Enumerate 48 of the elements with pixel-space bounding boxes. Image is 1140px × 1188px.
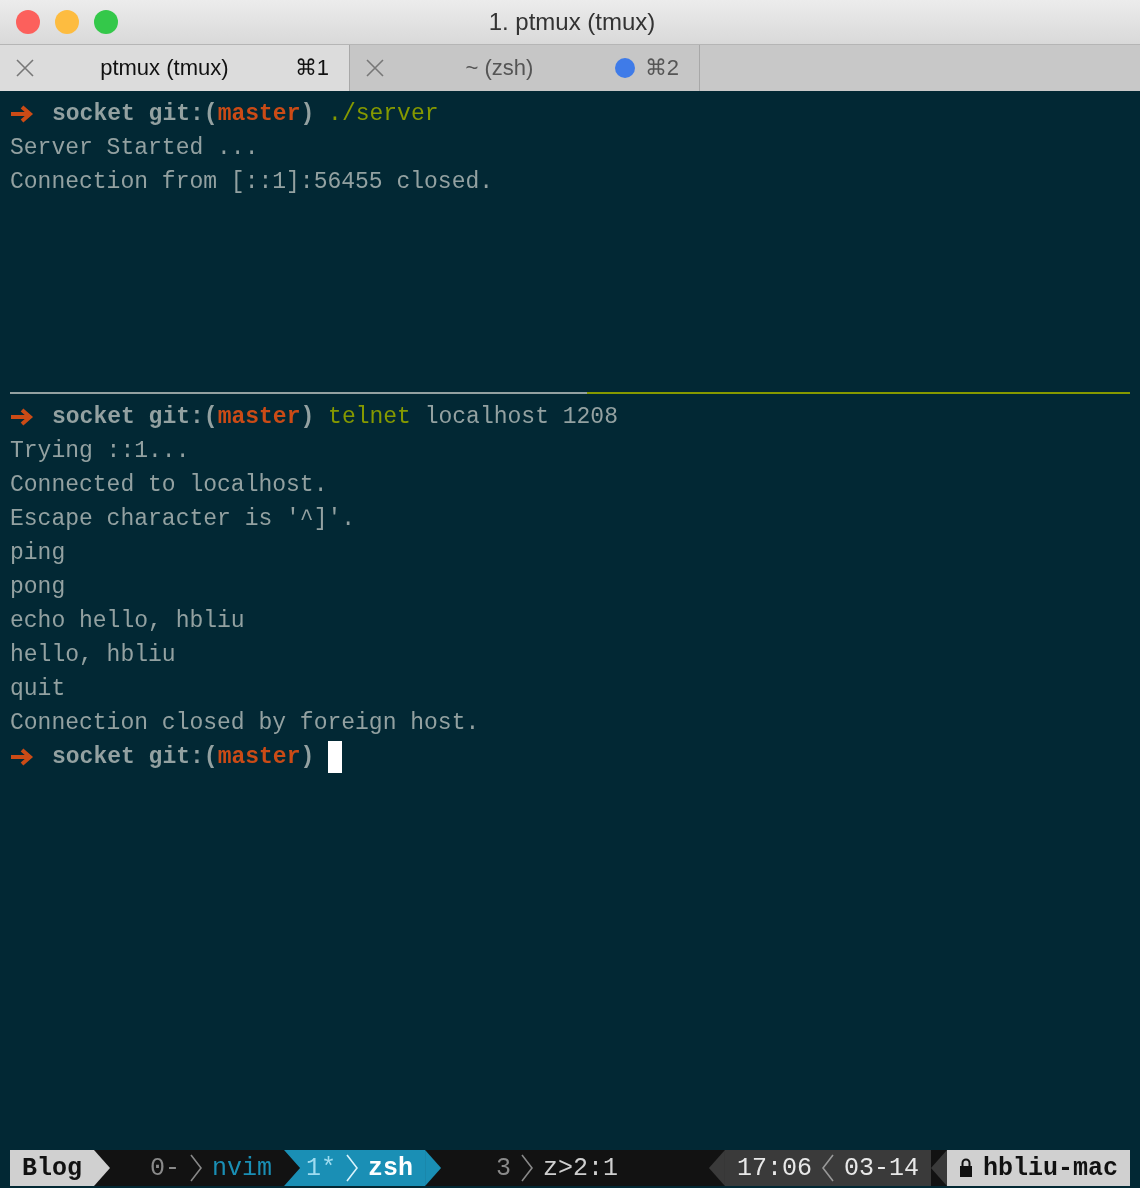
close-icon[interactable]: [16, 59, 34, 77]
chevron-right-icon: [521, 1154, 534, 1182]
shortcut-label: ⌘1: [294, 55, 329, 81]
output-text: hello, hbliu: [10, 640, 176, 670]
prompt-text: socket git:(: [52, 742, 218, 772]
lock-icon: [958, 1158, 973, 1178]
command-text: telnet: [327, 402, 411, 432]
output-text: quit: [10, 674, 66, 704]
window-tab[interactable]: 1* zsh: [300, 1150, 426, 1186]
zoom-button[interactable]: [94, 10, 118, 34]
output-text: Connected to localhost.: [10, 470, 328, 500]
git-branch: master: [217, 402, 301, 432]
chevron-right-icon: [346, 1154, 359, 1182]
git-branch: master: [217, 742, 301, 772]
cursor: [328, 740, 343, 773]
arrow-icon: [10, 105, 34, 123]
prompt-text: ): [300, 100, 315, 129]
shortcut-label: ⌘2: [644, 55, 679, 81]
arrow-icon: [10, 747, 34, 766]
output-text: Escape character is '^]'.: [10, 504, 356, 534]
prompt-text: ): [300, 742, 315, 772]
minimize-button[interactable]: [55, 10, 79, 34]
command-text: ./server: [327, 100, 439, 129]
time-date: 17:06 03-14: [724, 1150, 931, 1186]
session-name: Blog: [10, 1150, 94, 1186]
tab-title: ~ (zsh): [464, 55, 535, 81]
git-branch: master: [217, 100, 301, 129]
tab-title: ptmux (tmux): [99, 55, 230, 81]
window-title: 1. ptmux (tmux): [487, 8, 657, 36]
output-text: echo hello, hbliu: [10, 606, 245, 636]
chevron-right-icon: [190, 1154, 203, 1182]
output-text: Connection closed by foreign host.: [10, 708, 480, 738]
tab[interactable]: ptmux (tmux) ⌘1: [0, 45, 350, 91]
prompt-text: ): [300, 402, 315, 432]
arrow-icon: [10, 407, 34, 426]
output-text: Connection from [::1]:56455 closed.: [10, 168, 494, 197]
chevron-left-icon: [821, 1154, 834, 1182]
host-name: hbliu-mac: [946, 1150, 1130, 1186]
output-text: Server Started ...: [10, 134, 259, 163]
output-text: Trying ::1...: [10, 436, 190, 466]
output-text: pong: [10, 572, 66, 602]
close-icon[interactable]: [366, 59, 384, 77]
output-text: localhost 1208: [423, 402, 618, 432]
powerline-separator: [425, 1150, 442, 1186]
output-text: ping: [10, 538, 66, 568]
prompt-text: socket git:(: [52, 402, 218, 432]
close-button[interactable]: [16, 10, 40, 34]
prompt-text: socket git:(: [52, 100, 218, 129]
